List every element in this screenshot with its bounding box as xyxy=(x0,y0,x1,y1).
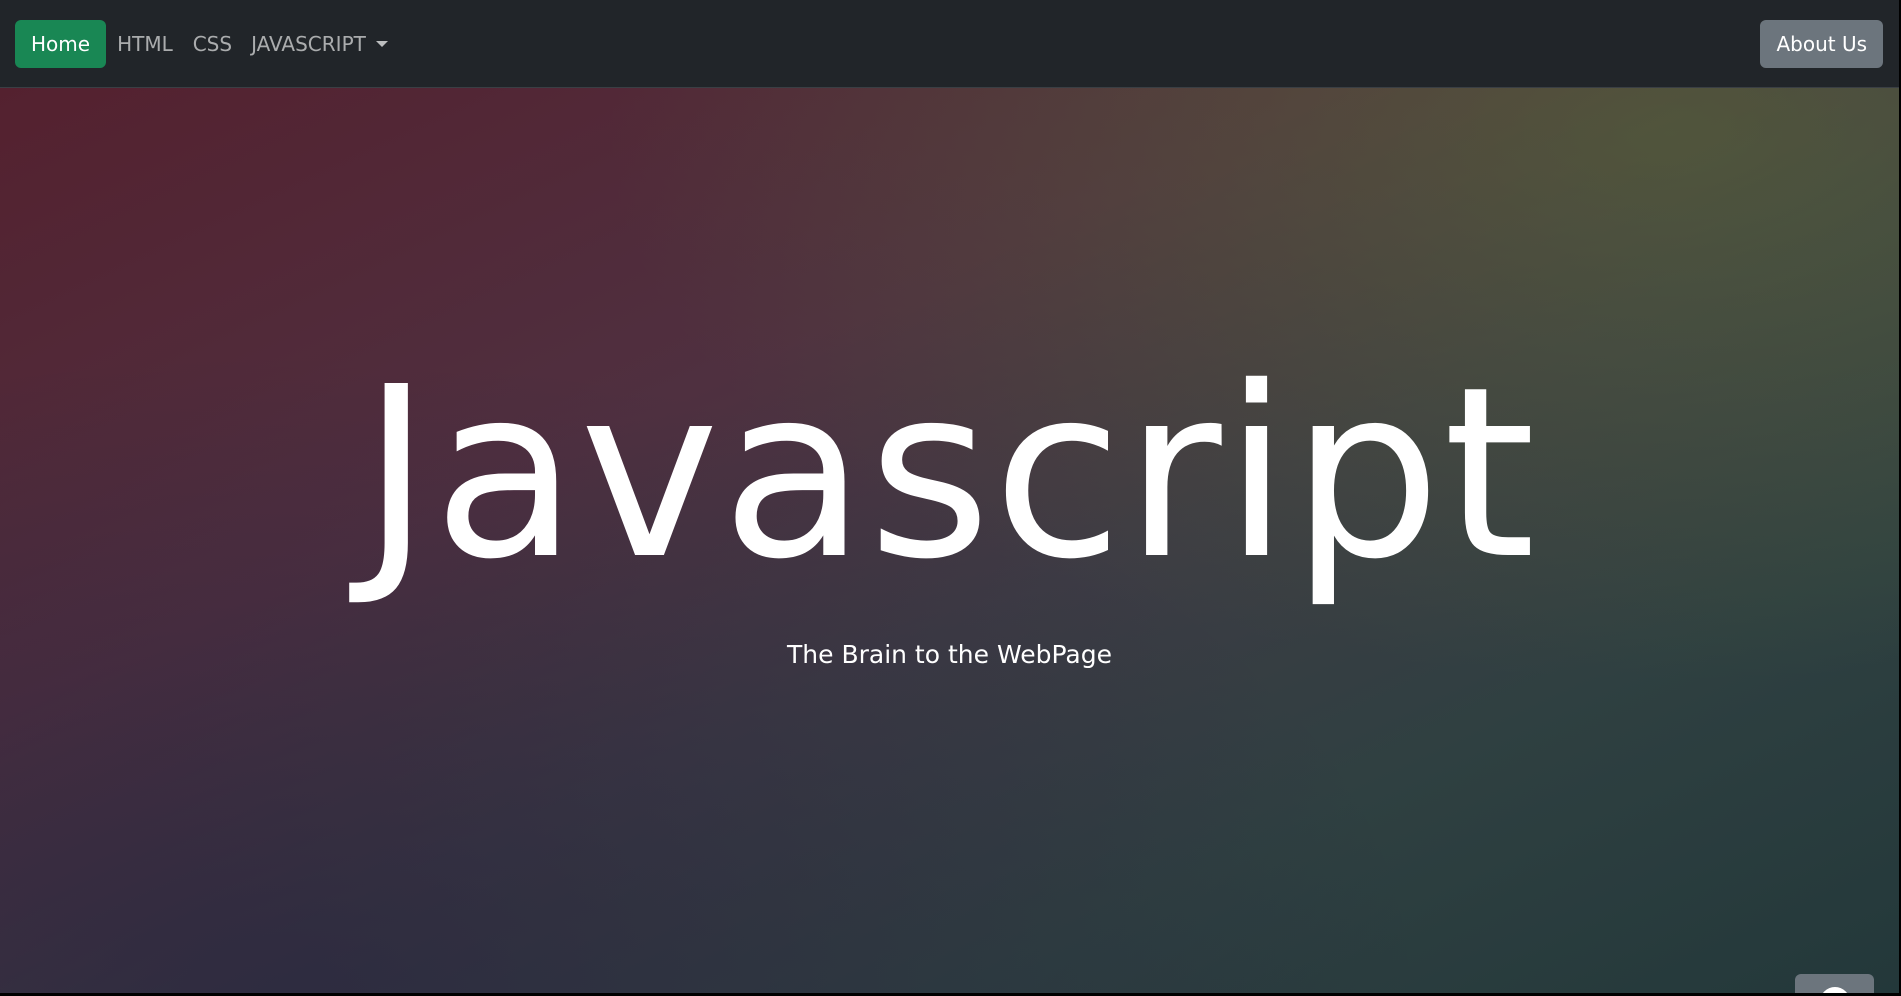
hero-title: Javascript xyxy=(361,336,1538,611)
nav-link-html[interactable]: HTML xyxy=(117,32,173,56)
arrow-up-circle-icon xyxy=(1822,987,1847,993)
home-button[interactable]: Home xyxy=(15,20,107,68)
nav-link-css[interactable]: CSS xyxy=(193,32,232,56)
javascript-dropdown[interactable]: JAVASCRIPT xyxy=(251,32,388,56)
browser-viewport: Home HTML CSS JAVASCRIPT About Us Javasc… xyxy=(0,0,1901,996)
about-us-button[interactable]: About Us xyxy=(1760,20,1883,68)
nav-menu: Home HTML CSS JAVASCRIPT xyxy=(15,20,388,68)
hero-subtitle: The Brain to the WebPage xyxy=(787,640,1112,669)
hero-section: Javascript The Brain to the WebPage xyxy=(0,88,1899,993)
javascript-dropdown-label: JAVASCRIPT xyxy=(251,32,366,56)
scroll-to-top-button[interactable] xyxy=(1795,974,1874,993)
caret-down-icon xyxy=(375,41,388,47)
top-navbar: Home HTML CSS JAVASCRIPT About Us xyxy=(0,0,1899,88)
page: Home HTML CSS JAVASCRIPT About Us Javasc… xyxy=(0,0,1899,993)
